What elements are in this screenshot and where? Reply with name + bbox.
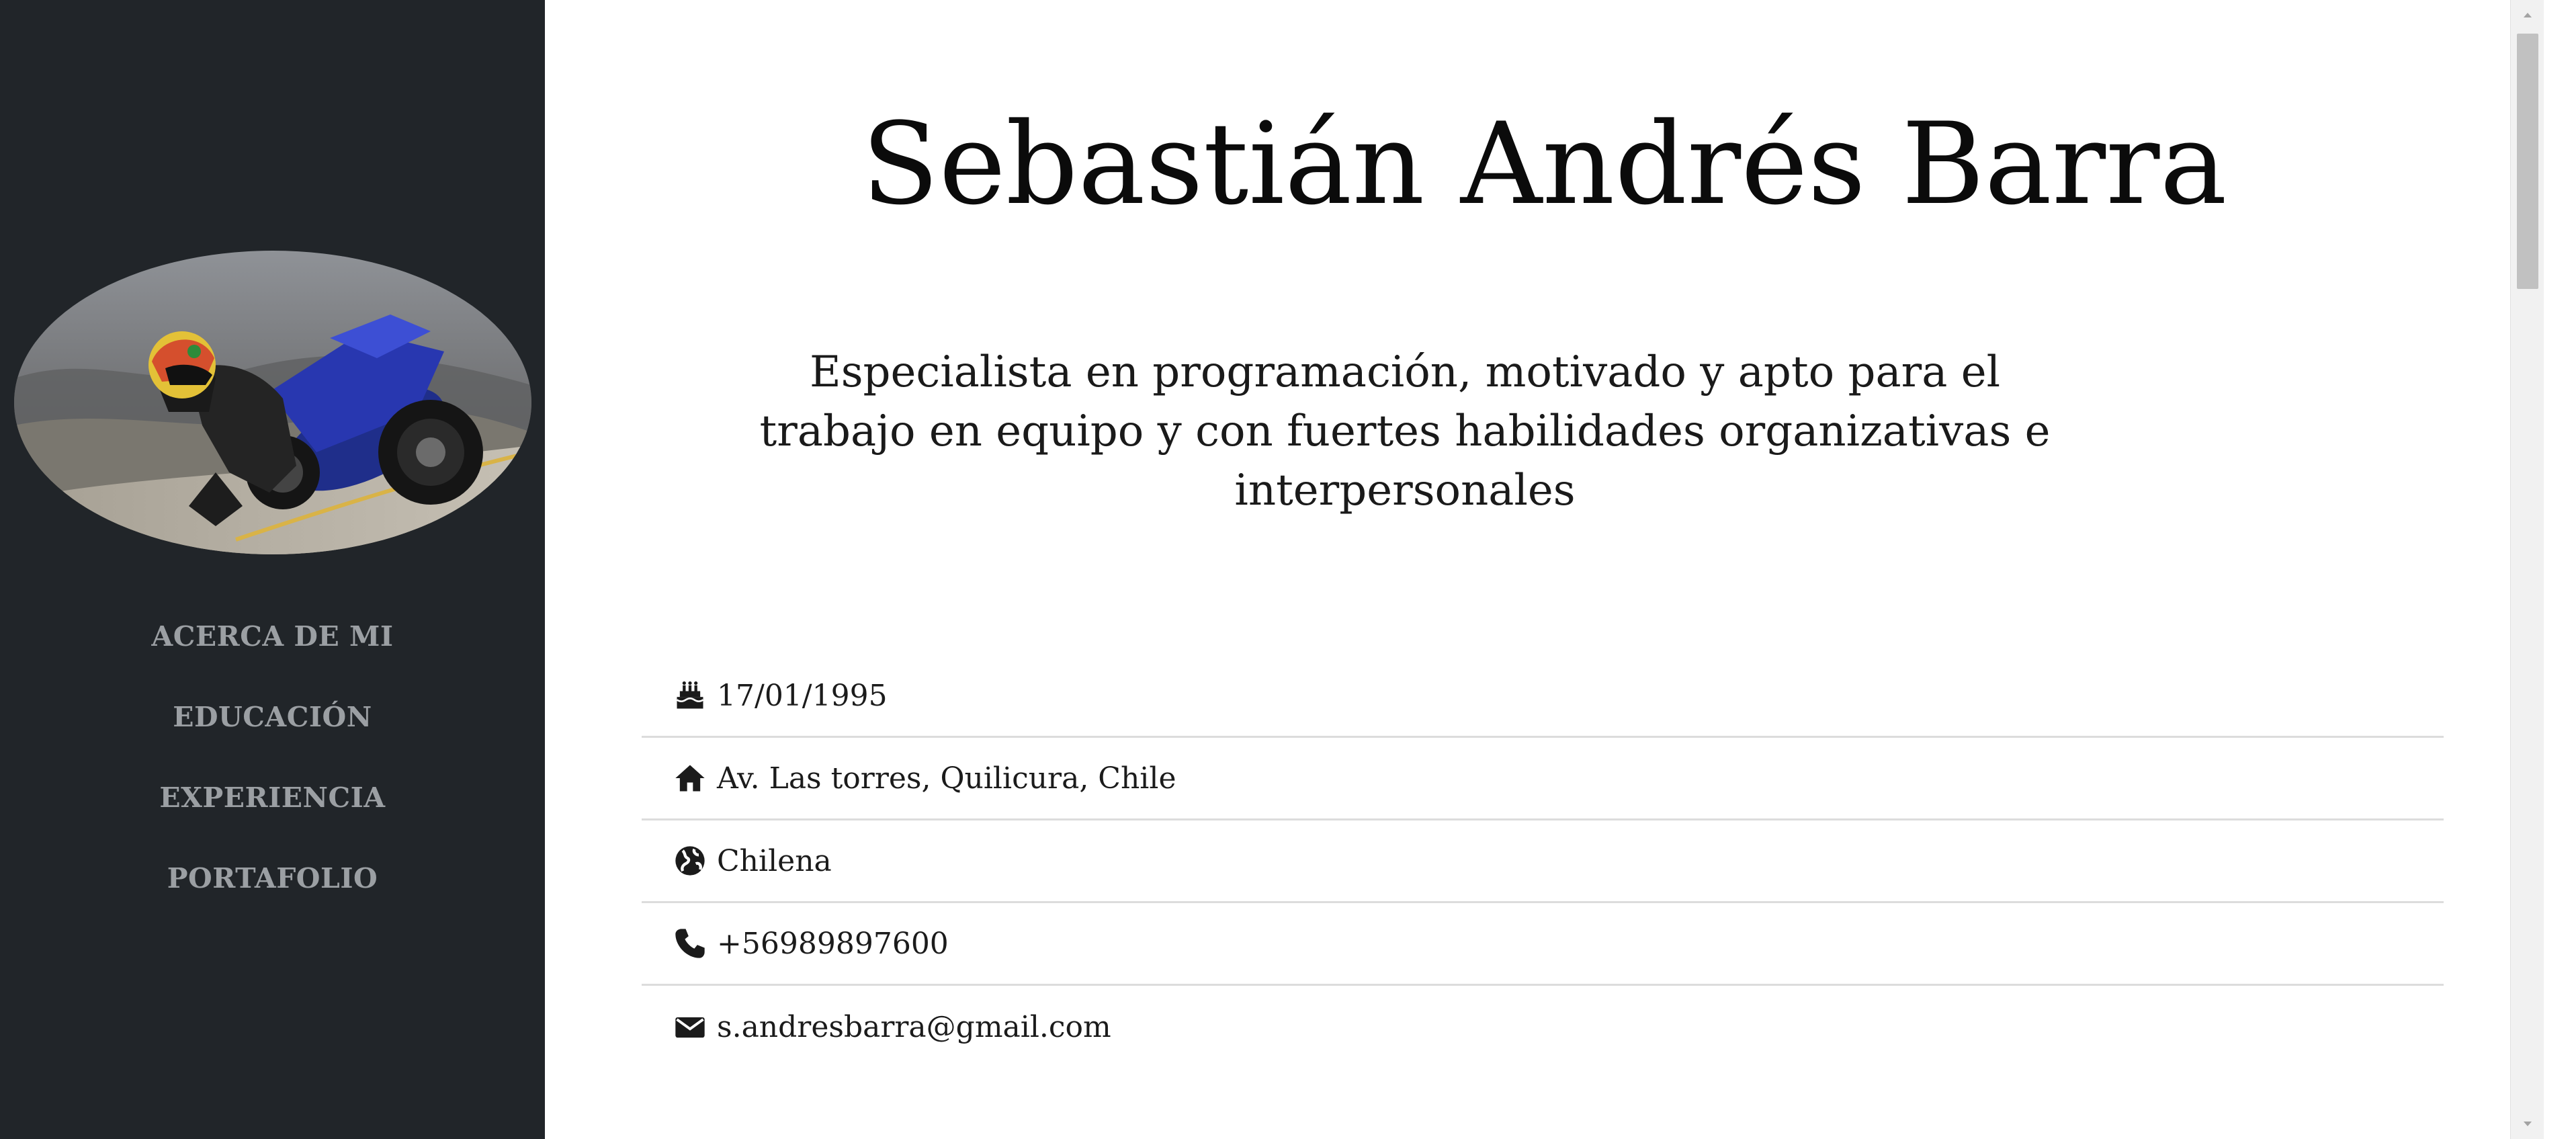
scroll-up-arrow-icon[interactable]	[2511, 0, 2544, 30]
envelope-icon	[673, 1010, 707, 1045]
scroll-down-arrow-icon[interactable]	[2511, 1109, 2544, 1139]
email-value[interactable]: s.andresbarra@gmail.com	[717, 1010, 1111, 1044]
phone-icon	[673, 926, 707, 961]
phone-value: +56989897600	[717, 926, 949, 961]
info-row-birthdate: 17/01/1995	[642, 655, 2444, 738]
personal-info-list: 17/01/1995 Av. Las torres, Quilicura, Ch…	[642, 655, 2444, 1068]
vertical-scrollbar[interactable]	[2510, 0, 2544, 1139]
sidebar: ACERCA DE MI EDUCACIÓN EXPERIENCIA PORTA…	[0, 0, 545, 1139]
profile-tagline: Especialista en programación, motivado y…	[759, 347, 2051, 515]
sidebar-nav: ACERCA DE MI EDUCACIÓN EXPERIENCIA PORTA…	[151, 596, 393, 919]
info-row-address: Av. Las torres, Quilicura, Chile	[642, 738, 2444, 820]
motorcycle-rider-photo	[13, 251, 531, 554]
page: ACERCA DE MI EDUCACIÓN EXPERIENCIA PORTA…	[0, 0, 2576, 1139]
info-row-email: s.andresbarra@gmail.com	[642, 986, 2444, 1068]
birthday-cake-icon	[673, 678, 707, 713]
main-content: Sebastián Andrés Barra Especialista en p…	[545, 0, 2544, 1139]
birthdate-value: 17/01/1995	[717, 678, 888, 713]
address-value: Av. Las torres, Quilicura, Chile	[717, 761, 1176, 796]
page-title: Sebastián Andrés Barra	[861, 98, 2227, 230]
home-icon	[673, 761, 707, 796]
nav-item-experiencia[interactable]: EXPERIENCIA	[159, 757, 385, 838]
info-row-phone: +56989897600	[642, 903, 2444, 986]
scrollbar-thumb[interactable]	[2517, 34, 2538, 289]
nav-item-portafolio[interactable]: PORTAFOLIO	[167, 838, 378, 919]
nav-item-educacion[interactable]: EDUCACIÓN	[173, 677, 372, 757]
info-row-nationality: Chilena	[642, 820, 2444, 903]
globe-icon	[673, 843, 707, 878]
nav-item-acerca-de-mi[interactable]: ACERCA DE MI	[151, 596, 393, 677]
avatar	[13, 251, 531, 554]
nationality-value: Chilena	[717, 843, 832, 878]
